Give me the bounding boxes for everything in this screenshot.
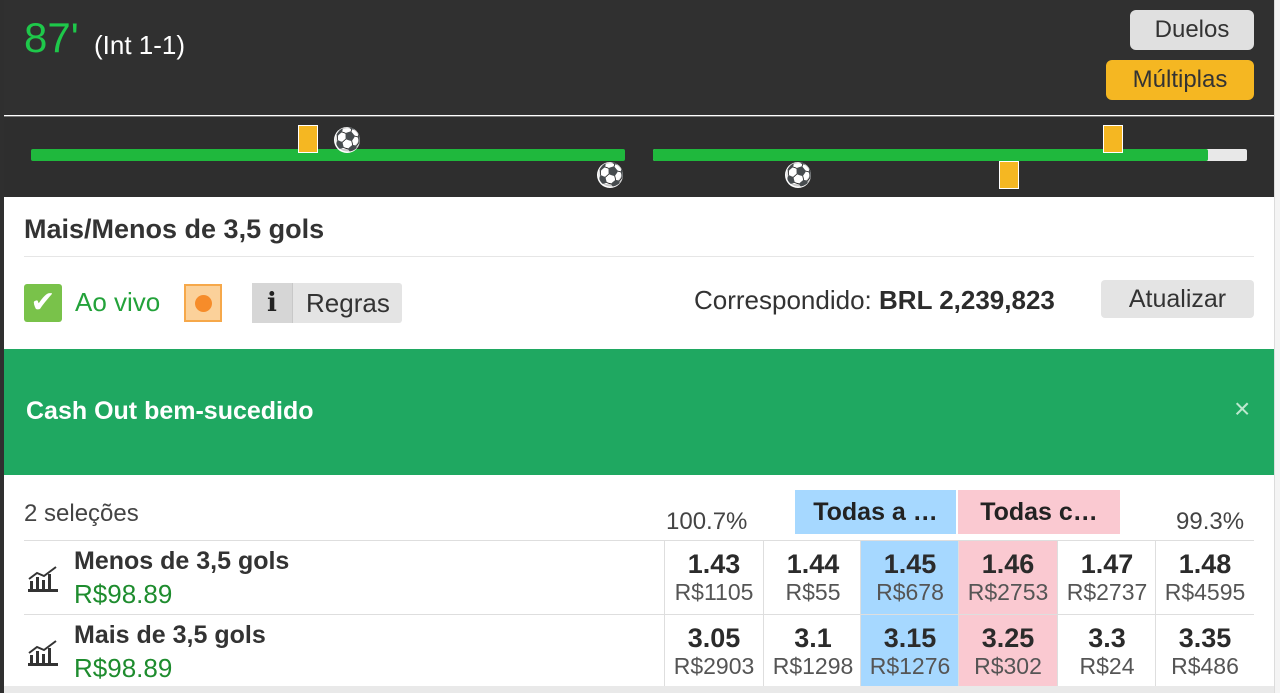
first-half-track bbox=[31, 149, 625, 161]
lay-odds-cell[interactable]: 3.3 R$24 bbox=[1057, 615, 1156, 689]
odds-price: 1.44 bbox=[786, 549, 840, 579]
odds-size: R$2753 bbox=[967, 579, 1049, 605]
lay-odds-cell[interactable]: 3.35 R$486 bbox=[1155, 615, 1254, 689]
odds-price: 1.48 bbox=[1178, 549, 1232, 579]
back-overround: 100.7% bbox=[666, 508, 748, 535]
runner-profit-loss: R$98.89 bbox=[74, 653, 173, 683]
matched-amount: Correspondido: BRL 2,239,823 bbox=[694, 285, 1055, 316]
info-icon: i bbox=[252, 283, 293, 323]
odds-price: 1.43 bbox=[687, 549, 741, 579]
match-header: 87' (Int 1-1) Duelos Múltiplas bbox=[4, 0, 1274, 115]
odds-price: 1.45 bbox=[883, 549, 937, 579]
match-timeline: ⚽ ⚽ ⚽ bbox=[4, 116, 1274, 197]
checkmark-icon[interactable]: ✔ bbox=[24, 284, 62, 322]
lay-overround: 99.3% bbox=[1176, 508, 1245, 535]
back-odds-cell[interactable]: 3.05 R$2903 bbox=[664, 615, 763, 689]
odds-price: 3.05 bbox=[687, 623, 741, 653]
duelos-button[interactable]: Duelos bbox=[1130, 10, 1254, 50]
best-lay-odds-cell[interactable]: 1.46 R$2753 bbox=[958, 541, 1057, 615]
odds-size: R$2903 bbox=[673, 653, 755, 679]
lay-odds-cell[interactable]: 1.47 R$2737 bbox=[1057, 541, 1156, 615]
chart-icon[interactable] bbox=[26, 637, 60, 667]
soccer-ball-icon: ⚽ bbox=[785, 162, 813, 188]
scrollbar[interactable] bbox=[1274, 0, 1280, 693]
yellow-card-icon bbox=[298, 125, 318, 153]
odds-size: R$678 bbox=[876, 579, 944, 605]
odds-price: 3.25 bbox=[981, 623, 1035, 653]
soccer-ball-icon: ⚽ bbox=[597, 162, 625, 188]
runner-name: Mais de 3,5 gols bbox=[74, 621, 266, 649]
back-odds-cell[interactable]: 1.44 R$55 bbox=[763, 541, 862, 615]
rules-label: Regras bbox=[306, 288, 390, 318]
multiplas-button[interactable]: Múltiplas bbox=[1106, 60, 1254, 100]
match-minute: 87' bbox=[24, 14, 79, 61]
odds-size: R$1276 bbox=[869, 653, 951, 679]
odds-price: 1.47 bbox=[1080, 549, 1134, 579]
odds-size: R$302 bbox=[974, 653, 1042, 679]
back-all-button[interactable]: Todas a … bbox=[795, 490, 956, 534]
close-icon[interactable]: × bbox=[1234, 393, 1250, 425]
bottom-edge bbox=[4, 686, 1274, 693]
selections-count: 2 seleções bbox=[24, 500, 139, 527]
live-indicator-icon bbox=[184, 284, 222, 322]
back-odds-cell[interactable]: 1.43 R$1105 bbox=[664, 541, 763, 615]
match-interval-score: (Int 1-1) bbox=[94, 30, 186, 60]
odds-price: 3.35 bbox=[1178, 623, 1232, 653]
market-title: Mais/Menos de 3,5 gols bbox=[24, 214, 325, 244]
matched-value: BRL 2,239,823 bbox=[879, 285, 1055, 315]
back-odds-cell[interactable]: 3.1 R$1298 bbox=[763, 615, 862, 689]
soccer-ball-icon: ⚽ bbox=[334, 127, 362, 153]
matched-label: Correspondido: bbox=[694, 285, 872, 315]
odds-price: 3.1 bbox=[794, 623, 832, 653]
odds-size: R$4595 bbox=[1164, 579, 1246, 605]
runner-profit-loss: R$98.89 bbox=[74, 579, 173, 609]
lay-odds-cell[interactable]: 1.48 R$4595 bbox=[1155, 541, 1254, 615]
odds-size: R$55 bbox=[785, 579, 841, 605]
yellow-card-icon bbox=[999, 161, 1019, 189]
runner-name: Menos de 3,5 gols bbox=[74, 547, 290, 575]
lay-all-button[interactable]: Todas c… bbox=[958, 490, 1120, 534]
yellow-card-icon bbox=[1103, 125, 1123, 153]
divider bbox=[24, 256, 1254, 257]
best-back-odds-cell[interactable]: 3.15 R$1276 bbox=[860, 615, 959, 689]
rules-button[interactable]: i Regras bbox=[252, 283, 402, 323]
odds-price: 3.3 bbox=[1088, 623, 1126, 653]
odds-size: R$24 bbox=[1079, 653, 1135, 679]
best-back-odds-cell[interactable]: 1.45 R$678 bbox=[860, 541, 959, 615]
odds-price: 1.46 bbox=[981, 549, 1035, 579]
cashout-success-banner: Cash Out bem-sucedido × bbox=[4, 349, 1274, 475]
odds-size: R$1298 bbox=[772, 653, 854, 679]
runner-row: Mais de 3,5 gols R$98.89 3.05 R$2903 3.1 R… bbox=[24, 614, 1254, 689]
live-label: Ao vivo bbox=[75, 287, 161, 317]
chart-icon[interactable] bbox=[26, 563, 60, 593]
odds-price: 3.15 bbox=[883, 623, 937, 653]
runner-row: Menos de 3,5 gols R$98.89 1.43 R$1105 1.4… bbox=[24, 540, 1254, 615]
best-lay-odds-cell[interactable]: 3.25 R$302 bbox=[958, 615, 1057, 689]
refresh-button[interactable]: Atualizar bbox=[1101, 280, 1254, 318]
banner-text: Cash Out bem-sucedido bbox=[26, 397, 314, 425]
odds-size: R$1105 bbox=[674, 579, 754, 605]
live-dot bbox=[195, 295, 212, 312]
odds-size: R$2737 bbox=[1066, 579, 1148, 605]
second-half-progress bbox=[653, 149, 1208, 161]
odds-size: R$486 bbox=[1171, 653, 1239, 679]
